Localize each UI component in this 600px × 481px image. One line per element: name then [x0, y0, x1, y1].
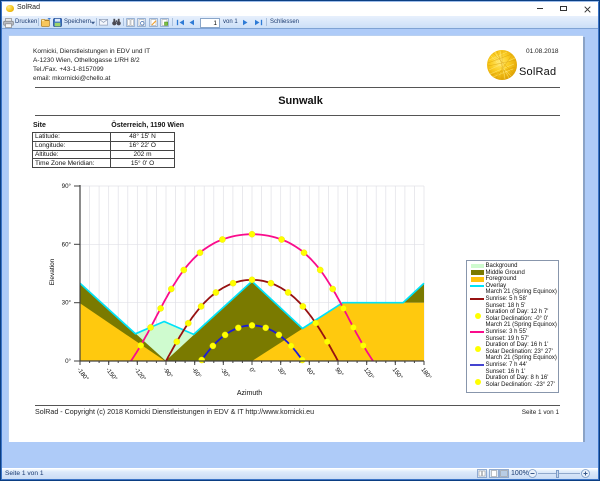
svg-text:0°: 0°	[65, 358, 71, 365]
svg-text:Elevation: Elevation	[49, 258, 56, 285]
svg-text:-90°: -90°	[161, 366, 174, 380]
svg-text:30°: 30°	[276, 366, 287, 378]
svg-text:150°: 150°	[391, 366, 405, 381]
svg-text:60°: 60°	[62, 241, 72, 248]
svg-text:-30°: -30°	[219, 366, 232, 380]
svg-text:0°: 0°	[247, 366, 256, 375]
svg-text:-60°: -60°	[190, 366, 203, 380]
svg-text:Azimuth: Azimuth	[237, 390, 262, 397]
svg-text:90°: 90°	[333, 366, 344, 378]
svg-text:30°: 30°	[62, 300, 72, 307]
svg-text:120°: 120°	[362, 366, 376, 381]
svg-text:180°: 180°	[419, 366, 433, 381]
svg-text:90°: 90°	[62, 183, 72, 190]
svg-text:-120°: -120°	[133, 366, 148, 382]
svg-text:-180°: -180°	[75, 366, 90, 382]
svg-text:60°: 60°	[305, 366, 316, 378]
svg-text:-150°: -150°	[104, 366, 119, 382]
